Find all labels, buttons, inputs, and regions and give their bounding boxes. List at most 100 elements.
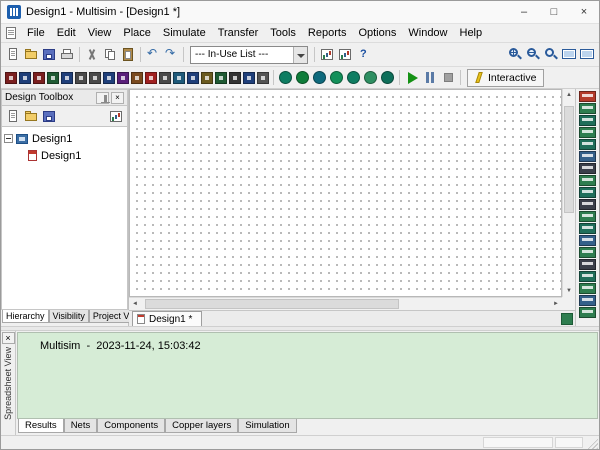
scroll-up-icon[interactable]: ▲ xyxy=(563,89,575,101)
help-button[interactable] xyxy=(355,47,371,62)
resize-grip[interactable] xyxy=(585,436,598,449)
pin-icon[interactable] xyxy=(96,92,109,104)
toolbox-options-button[interactable] xyxy=(108,109,124,124)
horizontal-scroll-thumb[interactable] xyxy=(145,299,399,309)
schematic-canvas[interactable] xyxy=(129,89,562,297)
menu-item-reports[interactable]: Reports xyxy=(302,25,353,41)
zoom-fit-page-button[interactable] xyxy=(561,47,577,62)
document-icon[interactable] xyxy=(6,27,16,39)
multimeter-button[interactable] xyxy=(579,91,596,102)
network-analyzer-button[interactable] xyxy=(579,247,596,258)
frequency-counter-button[interactable] xyxy=(579,163,596,174)
zoom-area-button[interactable] xyxy=(543,47,559,62)
agilent-multimeter-button[interactable] xyxy=(579,271,596,282)
place-source-button[interactable] xyxy=(5,72,17,84)
menu-item-file[interactable]: File xyxy=(21,25,51,41)
function-generator-button[interactable] xyxy=(579,103,596,114)
tab-visibility[interactable]: Visibility xyxy=(49,310,89,323)
place-connector-button[interactable] xyxy=(215,72,227,84)
place-advanced-peripherals-button[interactable] xyxy=(173,72,185,84)
save-button[interactable] xyxy=(41,47,57,62)
power-probe-button[interactable] xyxy=(313,71,326,84)
open-design-button[interactable] xyxy=(23,109,39,124)
menu-item-place[interactable]: Place xyxy=(117,25,157,41)
collapse-icon[interactable] xyxy=(4,134,13,143)
bode-plotter-button[interactable] xyxy=(579,151,596,162)
vertical-scroll-track[interactable] xyxy=(563,101,575,285)
place-cmos-button[interactable] xyxy=(89,72,101,84)
open-file-button[interactable] xyxy=(23,47,39,62)
scroll-down-icon[interactable]: ▼ xyxy=(563,285,575,297)
copy-button[interactable] xyxy=(102,47,118,62)
place-misc-button[interactable] xyxy=(159,72,171,84)
oscilloscope-button[interactable] xyxy=(579,127,596,138)
horizontal-scrollbar[interactable]: ◄ ► xyxy=(129,297,562,310)
maximize-button[interactable]: □ xyxy=(539,1,569,23)
tab-components[interactable]: Components xyxy=(97,419,165,433)
logic-analyzer-button[interactable] xyxy=(579,199,596,210)
menu-item-help[interactable]: Help xyxy=(454,25,489,41)
place-diode-button[interactable] xyxy=(33,72,45,84)
tab-results[interactable]: Results xyxy=(18,419,64,433)
wattmeter-button[interactable] xyxy=(579,115,596,126)
place-analog-button[interactable] xyxy=(61,72,73,84)
tree-node-design1-sheet[interactable]: Design1 xyxy=(4,147,125,164)
print-button[interactable] xyxy=(59,47,75,62)
menu-item-transfer[interactable]: Transfer xyxy=(212,25,265,41)
scroll-right-icon[interactable]: ► xyxy=(550,298,562,310)
place-mixed-button[interactable] xyxy=(117,72,129,84)
place-ttl-button[interactable] xyxy=(75,72,87,84)
save-design-button[interactable] xyxy=(41,109,57,124)
place-power-button[interactable] xyxy=(145,72,157,84)
current-probe-button[interactable] xyxy=(296,71,309,84)
reference-probe-button[interactable] xyxy=(364,71,377,84)
tab-list-icon[interactable] xyxy=(561,313,573,325)
place-rf-button[interactable] xyxy=(187,72,199,84)
digital-probe-button[interactable] xyxy=(381,71,394,84)
new-file-button[interactable] xyxy=(5,47,21,62)
new-schematic-button[interactable] xyxy=(5,109,21,124)
vertical-scroll-thumb[interactable] xyxy=(564,106,574,213)
place-basic-button[interactable] xyxy=(19,72,31,84)
horizontal-scroll-track[interactable] xyxy=(141,298,550,310)
stop-simulation-button[interactable] xyxy=(440,70,456,85)
zoom-in-button[interactable] xyxy=(507,47,523,62)
four-channel-oscilloscope-button[interactable] xyxy=(579,139,596,150)
chevron-down-icon[interactable] xyxy=(293,47,307,63)
pause-simulation-button[interactable] xyxy=(422,70,438,85)
interactive-simulation-button[interactable]: Interactive xyxy=(467,69,544,87)
menu-item-simulate[interactable]: Simulate xyxy=(157,25,212,41)
tab-copper-layers[interactable]: Copper layers xyxy=(165,419,238,433)
tree-node-design1[interactable]: Design1 xyxy=(4,130,125,147)
iv-analyzer-button[interactable] xyxy=(579,211,596,222)
agilent-oscilloscope-button[interactable] xyxy=(579,283,596,294)
tektronix-oscilloscope-button[interactable] xyxy=(579,295,596,306)
minimize-button[interactable]: – xyxy=(509,1,539,23)
place-misc-digital-button[interactable] xyxy=(103,72,115,84)
spectrum-analyzer-button[interactable] xyxy=(579,235,596,246)
place-hierarchical-block-button[interactable] xyxy=(243,72,255,84)
scroll-left-icon[interactable]: ◄ xyxy=(129,298,141,310)
tab-simulation[interactable]: Simulation xyxy=(238,419,296,433)
place-mcu-button[interactable] xyxy=(229,72,241,84)
place-electromechanical-button[interactable] xyxy=(201,72,213,84)
distortion-analyzer-button[interactable] xyxy=(579,223,596,234)
place-indicator-button[interactable] xyxy=(131,72,143,84)
tab-hierarchy[interactable]: Hierarchy xyxy=(2,310,49,323)
close-button[interactable]: × xyxy=(569,1,599,23)
voltage-probe-button[interactable] xyxy=(279,71,292,84)
redo-button[interactable] xyxy=(163,47,179,62)
tab-nets[interactable]: Nets xyxy=(64,419,98,433)
agilent-function-generator-button[interactable] xyxy=(579,259,596,270)
menu-item-tools[interactable]: Tools xyxy=(264,25,302,41)
zoom-full-screen-button[interactable] xyxy=(579,47,595,62)
grapher-button[interactable] xyxy=(319,47,335,62)
differential-voltage-probe-button[interactable] xyxy=(330,71,343,84)
cut-button[interactable] xyxy=(84,47,100,62)
place-transistor-button[interactable] xyxy=(47,72,59,84)
zoom-out-button[interactable] xyxy=(525,47,541,62)
in-use-list-dropdown[interactable]: --- In-Use List --- xyxy=(190,46,308,64)
run-simulation-button[interactable] xyxy=(404,70,420,85)
analyses-button[interactable] xyxy=(337,47,353,62)
menu-item-options[interactable]: Options xyxy=(352,25,402,41)
